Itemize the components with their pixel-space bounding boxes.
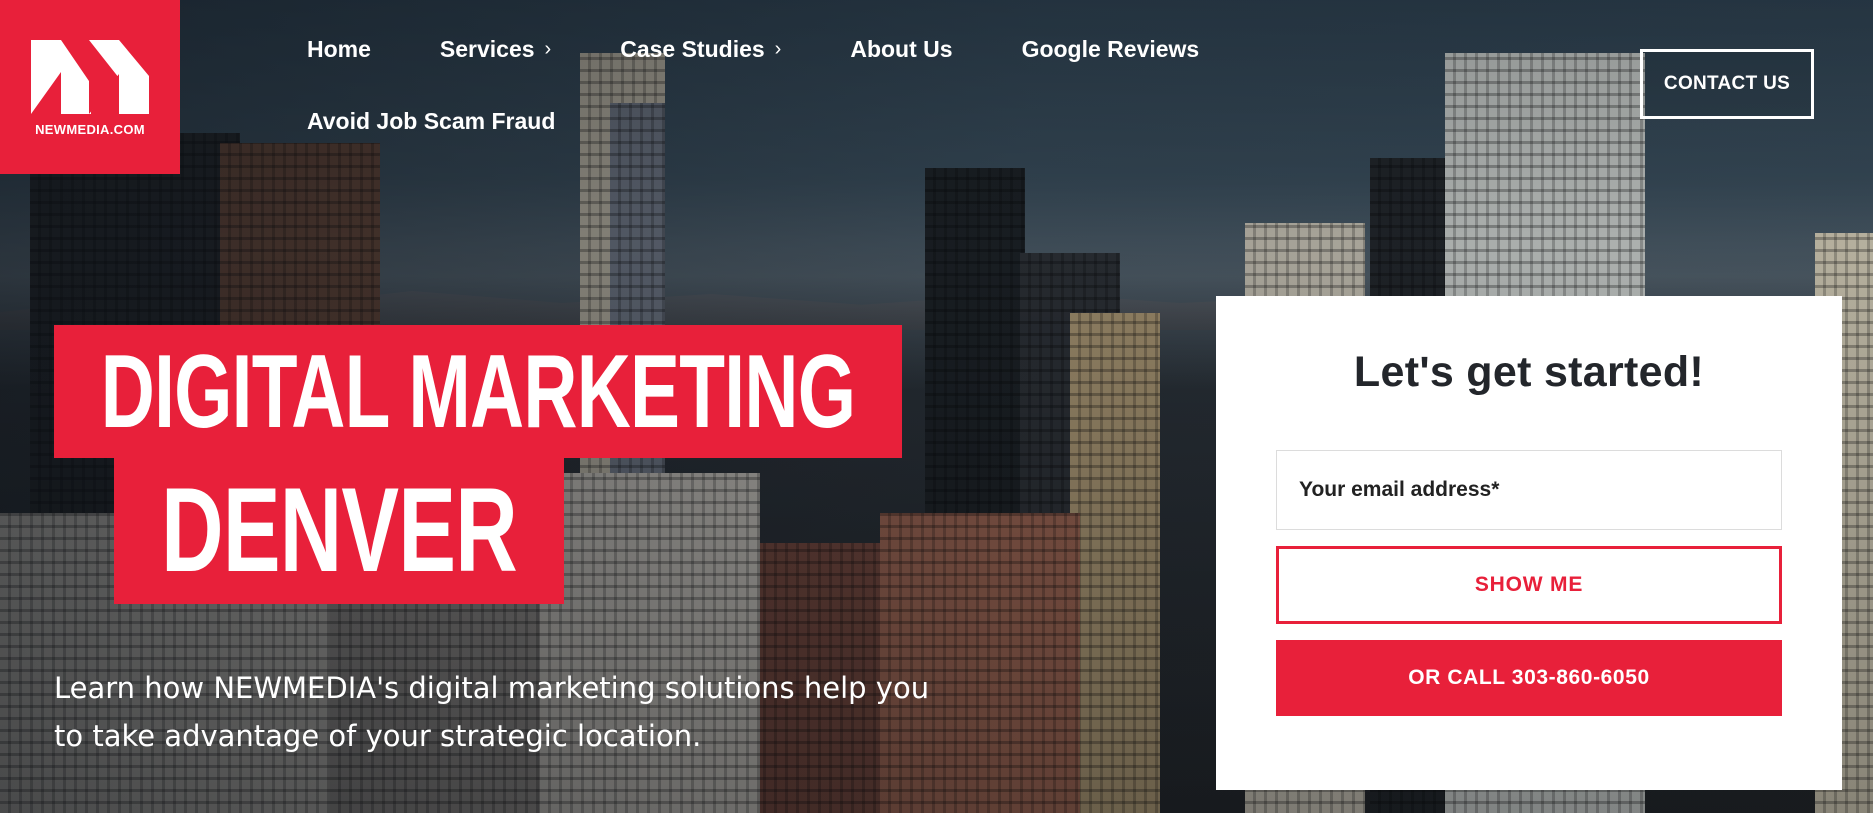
nav-item-services[interactable]: Services › xyxy=(440,36,551,63)
nav-item-label: About Us xyxy=(850,35,953,62)
call-phone-button[interactable]: OR CALL 303-860-6050 xyxy=(1276,640,1782,716)
contact-us-button[interactable]: CONTACT US xyxy=(1640,49,1814,119)
nav-item-label: Home xyxy=(307,35,371,62)
hero-subtitle: Learn how NEWMEDIA's digital marketing s… xyxy=(54,664,934,760)
nav-item-avoid-job-scam-fraud[interactable]: Avoid Job Scam Fraud xyxy=(307,108,555,135)
hero-subtitle-line: to take advantage of your strategic loca… xyxy=(54,719,702,753)
nav-row-primary: Home Services › Case Studies › About Us … xyxy=(307,30,1287,68)
chevron-right-icon: › xyxy=(774,37,782,60)
main-navigation: Home Services › Case Studies › About Us … xyxy=(307,30,1287,174)
nav-item-about-us[interactable]: About Us xyxy=(850,36,952,63)
hero-headline-line1: DIGITAL MARKETING xyxy=(54,325,902,458)
hero-subtitle-line: Learn how NEWMEDIA's digital marketing s… xyxy=(54,671,930,705)
show-me-button[interactable]: SHOW ME xyxy=(1276,546,1782,624)
signup-card-title: Let's get started! xyxy=(1353,348,1705,396)
nav-item-label: Google Reviews xyxy=(1021,35,1200,62)
nav-item-label: Avoid Job Scam Fraud xyxy=(307,107,556,134)
newmedia-logo[interactable]: NEWMEDIA.COM xyxy=(0,0,180,174)
nav-item-label: Services xyxy=(439,35,535,62)
signup-card: Let's get started! SHOW ME OR CALL 303-8… xyxy=(1216,296,1842,790)
nav-item-label: Case Studies xyxy=(620,35,765,62)
nav-row-secondary: Avoid Job Scam Fraud xyxy=(307,102,1287,140)
logo-wordmark: NEWMEDIA.COM xyxy=(35,121,145,137)
newmedia-logo-icon xyxy=(31,39,149,114)
hero-headline-line2: DENVER xyxy=(114,456,564,604)
hero-headline-text: DENVER xyxy=(161,463,517,597)
nav-item-google-reviews[interactable]: Google Reviews xyxy=(1022,36,1200,63)
email-field[interactable] xyxy=(1276,450,1782,530)
chevron-right-icon: › xyxy=(544,37,552,60)
hero-headline-text: DIGITAL MARKETING xyxy=(100,333,856,450)
nav-item-case-studies[interactable]: Case Studies › xyxy=(620,36,781,63)
nav-item-home[interactable]: Home xyxy=(307,36,371,63)
